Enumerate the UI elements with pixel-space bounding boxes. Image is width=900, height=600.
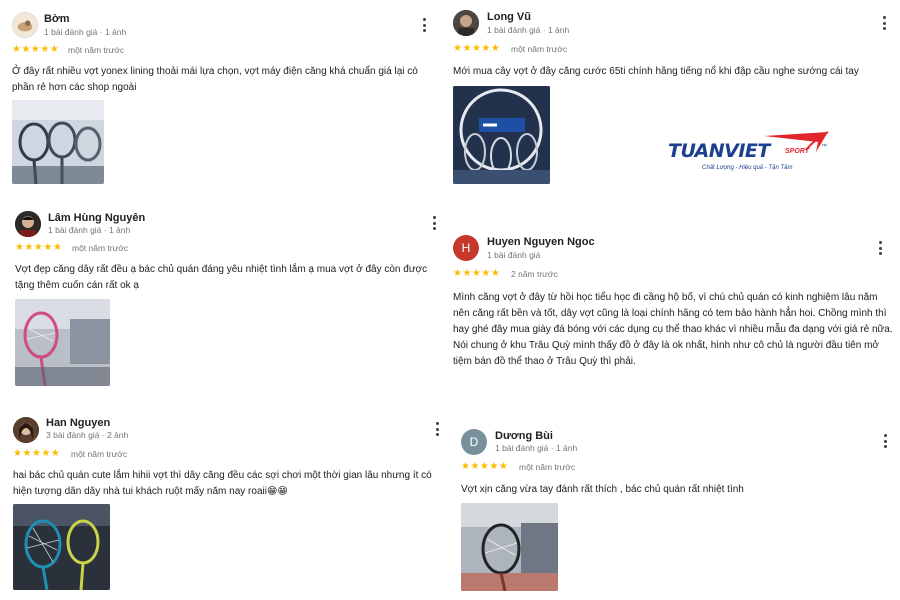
review-time: một năm trước [519,462,576,472]
review-text: Vợt xịn căng vừa tay đánh rất thích , bá… [461,484,744,495]
reviewer-name[interactable]: Han Nguyen [46,417,110,429]
review-text: Vợt đẹp căng dây rất đều ạ bác chủ quán … [15,264,428,291]
review-time: một năm trước [72,243,129,253]
reviewer-name[interactable]: Long Vũ [487,11,531,23]
avatar[interactable] [13,417,39,443]
more-options-icon[interactable] [419,17,429,33]
review-time: 2 năm trước [511,269,558,279]
logo-tagline: Chất Lượng - Hiệu quả - Tận Tâm [702,165,793,171]
star-rating: ★★★★★ [12,44,60,55]
reviewer-name[interactable]: Lâm Hùng Nguyên [48,212,145,224]
review-time: một năm trước [68,45,125,55]
review-photo[interactable] [461,503,558,591]
reviewer-meta: 1 bài đánh giá · 1 ảnh [48,225,131,235]
reviewer-meta: 1 bài đánh giá · 1 ảnh [495,443,578,453]
logo-brand-text: TUANVIET [668,140,770,162]
review-text: Mình căng vợt ở đây từ hồi học tiểu học … [453,292,893,367]
avatar[interactable]: D [461,429,487,455]
reviewer-name[interactable]: Bờm [44,13,70,25]
more-options-icon[interactable] [875,240,885,256]
review-photo[interactable] [15,299,110,386]
logo-sport-text: SPORT [785,148,809,155]
more-options-icon[interactable] [429,215,439,231]
star-rating: ★★★★★ [15,242,63,253]
avatar[interactable] [12,12,38,38]
reviewer-meta: 3 bài đánh giá · 2 ảnh [46,430,129,440]
logo-trademark: ™ [821,144,827,150]
review-photo[interactable] [13,504,110,590]
avatar[interactable] [15,211,41,237]
review-time: một năm trước [511,44,568,54]
more-options-icon[interactable] [880,433,890,449]
more-options-icon[interactable] [432,421,442,437]
reviewer-meta: 1 bài đánh giá · 1 ảnh [44,27,127,37]
star-rating: ★★★★★ [13,448,61,459]
avatar[interactable]: H [453,235,479,261]
review-photo[interactable] [12,100,104,184]
reviewer-meta: 1 bài đánh giá · 1 ảnh [487,25,570,35]
review-photo[interactable] [453,86,550,184]
star-rating: ★★★★★ [453,268,501,279]
review-time: một năm trước [71,449,128,459]
review-text: hai bác chủ quán cute lắm hihii vợt thì … [13,470,432,497]
more-options-icon[interactable] [879,15,889,31]
star-rating: ★★★★★ [461,461,509,472]
review-text: Mới mua cây vợt ở đây căng cước 65ti chí… [453,66,859,77]
star-rating: ★★★★★ [453,43,501,54]
reviewer-name[interactable]: Huyen Nguyen Ngoc [487,236,595,248]
reviewer-meta: 1 bài đánh giá [487,250,541,260]
avatar[interactable] [453,10,479,36]
tuanviet-sport-logo: TUANVIET SPORT ™ Chất Lượng - Hiệu quả -… [668,130,838,176]
reviewer-name[interactable]: Dương Bùi [495,430,553,442]
review-text: Ở đây rất nhiều vợt yonex lining thoải m… [12,66,418,93]
